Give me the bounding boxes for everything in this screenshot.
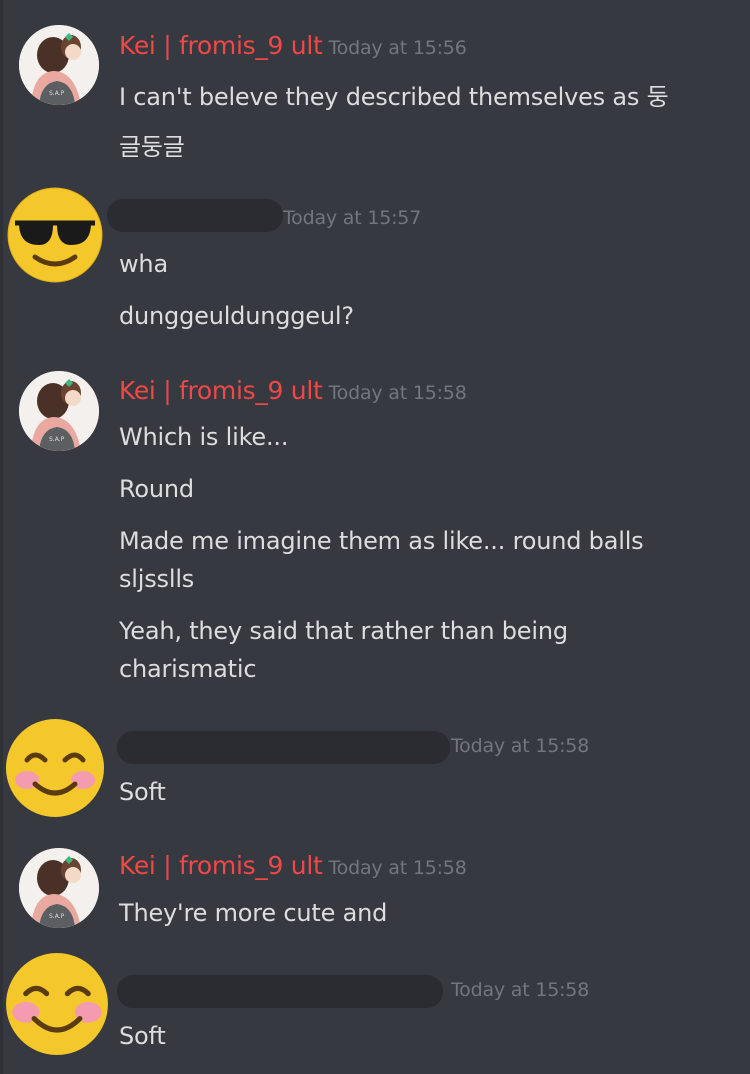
message-text: Yeah, they said that rather than being c… xyxy=(119,617,568,683)
avatar[interactable] xyxy=(7,187,103,283)
redacted-username xyxy=(117,731,450,764)
avatar[interactable]: S.A.P xyxy=(19,848,99,928)
message-text: dunggeuldunggeul? xyxy=(119,302,354,330)
message-header: Kei | fromis_9 ult Today at 15:58 xyxy=(119,376,467,405)
redacted-username xyxy=(107,199,283,232)
message-text: I can't beleve they described themselves… xyxy=(119,83,669,161)
svg-text:S.A.P: S.A.P xyxy=(49,913,65,920)
message-text: Made me imagine them as like... round ba… xyxy=(119,527,644,593)
message-group: S.A.P Kei | fromis_9 ult Today at 15:56 I… xyxy=(0,0,750,170)
message-group: S.A.P Kei | fromis_9 ult Today at 15:58 W… xyxy=(0,345,750,705)
message-timestamp[interactable]: Today at 15:56 xyxy=(329,37,467,59)
message-text: They're more cute and xyxy=(119,899,388,927)
message-text: Round xyxy=(119,475,194,503)
message-timestamp[interactable]: Today at 15:57 xyxy=(283,207,421,229)
sunglasses-emoji-icon xyxy=(7,187,103,283)
avatar[interactable] xyxy=(5,952,109,1056)
user-avatar-icon: S.A.P xyxy=(19,848,99,928)
message-header: Kei | fromis_9 ult Today at 15:56 xyxy=(119,31,467,60)
message-timestamp[interactable]: Today at 15:58 xyxy=(451,735,589,757)
message-group: Today at 15:57 wha dunggeuldunggeul? xyxy=(0,170,750,340)
message-timestamp[interactable]: Today at 15:58 xyxy=(329,857,467,879)
message-timestamp[interactable]: Today at 15:58 xyxy=(451,979,589,1001)
message-text: Which is like... xyxy=(119,423,289,451)
message-group: Today at 15:58 Soft xyxy=(0,950,750,1074)
user-avatar-icon: S.A.P xyxy=(19,25,99,105)
avatar[interactable]: S.A.P xyxy=(19,371,99,451)
author-name[interactable]: Kei | fromis_9 ult xyxy=(119,851,323,880)
svg-text:S.A.P: S.A.P xyxy=(49,90,65,97)
message-text: wha xyxy=(119,250,168,278)
author-name[interactable]: Kei | fromis_9 ult xyxy=(119,31,323,60)
smiling-blush-emoji-icon xyxy=(6,953,108,1055)
smiling-blush-emoji-icon xyxy=(6,719,104,817)
message-text: Soft xyxy=(119,778,166,806)
avatar[interactable]: S.A.P xyxy=(19,25,99,105)
user-avatar-icon: S.A.P xyxy=(19,371,99,451)
redacted-username xyxy=(117,975,443,1008)
avatar[interactable] xyxy=(5,718,105,818)
message-group: S.A.P Kei | fromis_9 ult Today at 15:58 T… xyxy=(0,830,750,950)
message-text: Soft xyxy=(119,1022,166,1050)
author-name[interactable]: Kei | fromis_9 ult xyxy=(119,376,323,405)
message-header: Kei | fromis_9 ult Today at 15:58 xyxy=(119,851,467,880)
message-timestamp[interactable]: Today at 15:58 xyxy=(329,382,467,404)
message-group: Today at 15:58 Soft xyxy=(0,705,750,835)
svg-text:S.A.P: S.A.P xyxy=(49,436,65,443)
